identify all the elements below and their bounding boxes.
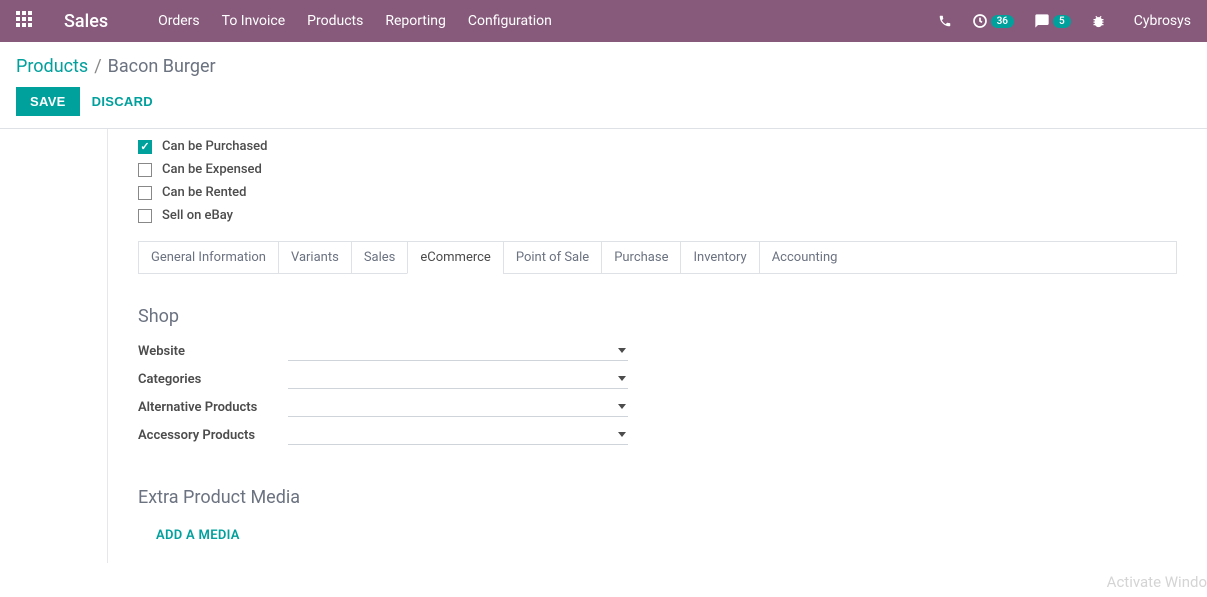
- tab-inventory[interactable]: Inventory: [680, 242, 758, 273]
- checkbox-list: Can be Purchased Can be Expensed Can be Re…: [138, 139, 1177, 223]
- tab-accounting[interactable]: Accounting: [759, 242, 850, 273]
- chat-icon[interactable]: 5: [1034, 13, 1071, 29]
- watermark: Activate Windo: [1107, 573, 1207, 591]
- checkbox-row: Can be Expensed: [138, 162, 1177, 177]
- chat-badge: 5: [1053, 15, 1071, 28]
- nav-to-invoice[interactable]: To Invoice: [222, 13, 286, 29]
- checkbox-label: Can be Rented: [162, 185, 246, 200]
- nav-configuration[interactable]: Configuration: [468, 13, 552, 29]
- checkbox[interactable]: [138, 140, 152, 154]
- checkbox-label: Sell on eBay: [162, 208, 233, 223]
- username[interactable]: Cybrosys: [1134, 13, 1191, 29]
- clock-icon[interactable]: 36: [972, 13, 1014, 29]
- debug-icon[interactable]: [1091, 14, 1106, 29]
- phone-icon[interactable]: [938, 14, 952, 28]
- section-shop-title: Shop: [138, 306, 1177, 327]
- checkbox-label: Can be Expensed: [162, 162, 262, 177]
- discard-button[interactable]: DISCARD: [92, 94, 153, 109]
- nav-orders[interactable]: Orders: [158, 13, 200, 29]
- clock-badge: 36: [991, 15, 1014, 28]
- nav-reporting[interactable]: Reporting: [385, 13, 446, 29]
- tab-sales[interactable]: Sales: [351, 242, 408, 273]
- breadcrumb-sep: /: [94, 56, 101, 77]
- breadcrumb-current: Bacon Burger: [108, 56, 216, 77]
- field-row: Categories: [138, 369, 1177, 389]
- app-title: Sales: [64, 11, 108, 32]
- breadcrumb: Products / Bacon Burger: [0, 42, 1207, 87]
- accessory-products-dropdown[interactable]: [288, 425, 628, 445]
- alternative-products-dropdown[interactable]: [288, 397, 628, 417]
- checkbox-row: Sell on eBay: [138, 208, 1177, 223]
- left-panel: [0, 129, 108, 563]
- field-row: Accessory Products: [138, 425, 1177, 445]
- chevron-down-icon: [618, 348, 626, 353]
- field-label: Categories: [138, 372, 288, 387]
- form-sheet: Can be Purchased Can be Expensed Can be Re…: [108, 129, 1207, 563]
- tab-variants[interactable]: Variants: [278, 242, 351, 273]
- checkbox[interactable]: [138, 209, 152, 223]
- chevron-down-icon: [618, 432, 626, 437]
- form-area: Can be Purchased Can be Expensed Can be Re…: [0, 129, 1207, 563]
- chevron-down-icon: [618, 404, 626, 409]
- shop-fields: Website Categories Alternative Products Acc…: [138, 341, 1177, 445]
- tab-ecommerce[interactable]: eCommerce: [407, 242, 502, 274]
- field-label: Alternative Products: [138, 400, 288, 415]
- website-dropdown[interactable]: [288, 341, 628, 361]
- tab-general-information[interactable]: General Information: [138, 242, 278, 273]
- checkbox[interactable]: [138, 186, 152, 200]
- tab-purchase[interactable]: Purchase: [601, 242, 680, 273]
- checkbox-row: Can be Purchased: [138, 139, 1177, 154]
- nav-menu: Orders To Invoice Products Reporting Con…: [158, 13, 937, 29]
- field-row: Website: [138, 341, 1177, 361]
- chevron-down-icon: [618, 376, 626, 381]
- checkbox[interactable]: [138, 163, 152, 177]
- field-row: Alternative Products: [138, 397, 1177, 417]
- tab-point-of-sale[interactable]: Point of Sale: [503, 242, 601, 273]
- add-media-button[interactable]: ADD A MEDIA: [156, 528, 1177, 543]
- checkbox-label: Can be Purchased: [162, 139, 267, 154]
- nav-products[interactable]: Products: [307, 13, 363, 29]
- nav-right: 36 5 Cybrosys: [938, 13, 1191, 29]
- tabs: General InformationVariantsSaleseCommerc…: [138, 241, 1177, 274]
- save-button[interactable]: SAVE: [16, 87, 80, 116]
- action-bar: SAVE DISCARD: [0, 87, 1207, 128]
- checkbox-row: Can be Rented: [138, 185, 1177, 200]
- field-label: Accessory Products: [138, 428, 288, 443]
- top-nav: Sales Orders To Invoice Products Reporti…: [0, 0, 1207, 42]
- field-label: Website: [138, 344, 288, 359]
- apps-icon[interactable]: [16, 11, 36, 31]
- section-media-title: Extra Product Media: [138, 487, 1177, 508]
- tab-underline: [138, 273, 1177, 274]
- breadcrumb-parent[interactable]: Products: [16, 56, 88, 77]
- categories-dropdown[interactable]: [288, 369, 628, 389]
